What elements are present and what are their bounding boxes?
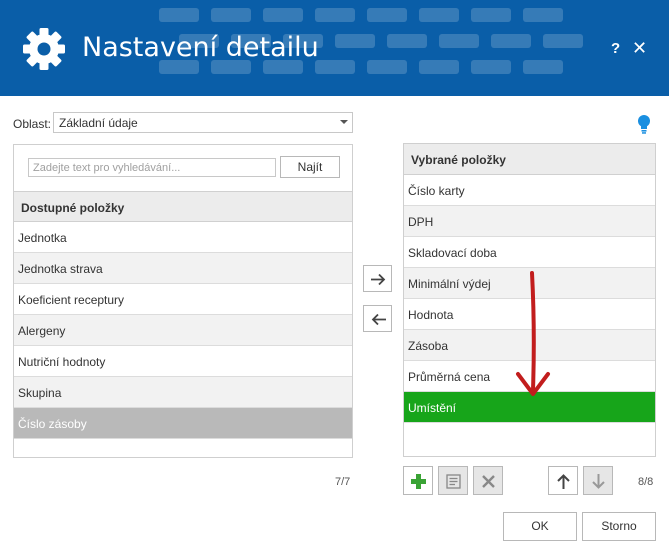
move-up-button[interactable] xyxy=(548,466,578,495)
ok-button[interactable]: OK xyxy=(503,512,577,541)
chevron-down-icon xyxy=(340,120,348,124)
red-arrow-annotation xyxy=(516,271,550,396)
list-item[interactable]: Nutriční hodnoty xyxy=(14,346,352,377)
search-input[interactable] xyxy=(28,158,276,177)
move-right-button[interactable] xyxy=(363,265,392,292)
delete-button[interactable] xyxy=(473,466,503,495)
move-left-button[interactable] xyxy=(363,305,392,332)
dialog-title: Nastavení detailu xyxy=(82,32,319,63)
help-button[interactable]: ? xyxy=(611,40,620,57)
list-item-selected[interactable]: Číslo zásoby xyxy=(14,408,352,439)
plus-icon xyxy=(411,474,426,489)
oblast-value: Základní údaje xyxy=(59,116,138,130)
edit-button[interactable] xyxy=(438,466,468,495)
list-item[interactable]: Alergeny xyxy=(14,315,352,346)
x-icon xyxy=(482,475,495,488)
gear-icon xyxy=(23,28,65,70)
cancel-button[interactable]: Storno xyxy=(582,512,656,541)
dialog-header: Nastavení detailu ? ✕ xyxy=(0,0,669,96)
available-items-header: Dostupné položky xyxy=(14,191,352,222)
list-item[interactable]: Koeficient receptury xyxy=(14,284,352,315)
available-items-panel: Najít Dostupné položky Jednotka Jednotka… xyxy=(13,144,353,458)
close-button[interactable]: ✕ xyxy=(632,38,647,59)
list-item[interactable]: Skladovací doba xyxy=(404,237,655,268)
arrow-up-icon xyxy=(557,474,570,489)
list-item[interactable]: Jednotka xyxy=(14,222,352,253)
add-button[interactable] xyxy=(403,466,433,495)
list-item[interactable]: Skupina xyxy=(14,377,352,408)
list-item[interactable]: Číslo karty xyxy=(404,175,655,206)
arrow-left-icon xyxy=(371,313,386,326)
oblast-select[interactable]: Základní údaje xyxy=(53,112,353,133)
arrow-right-icon xyxy=(371,273,386,286)
selected-items-header: Vybrané položky xyxy=(404,144,655,175)
list-item[interactable]: DPH xyxy=(404,206,655,237)
find-button[interactable]: Najít xyxy=(280,156,340,178)
document-edit-icon xyxy=(446,474,461,489)
move-down-button[interactable] xyxy=(583,466,613,495)
available-count: 7/7 xyxy=(335,476,351,488)
available-items-list: Dostupné položky Jednotka Jednotka strav… xyxy=(14,191,352,439)
oblast-label: Oblast: xyxy=(13,117,52,131)
lightbulb-icon[interactable] xyxy=(637,114,651,134)
selected-count: 8/8 xyxy=(638,476,654,488)
arrow-down-icon xyxy=(592,474,605,489)
list-item[interactable]: Jednotka strava xyxy=(14,253,352,284)
